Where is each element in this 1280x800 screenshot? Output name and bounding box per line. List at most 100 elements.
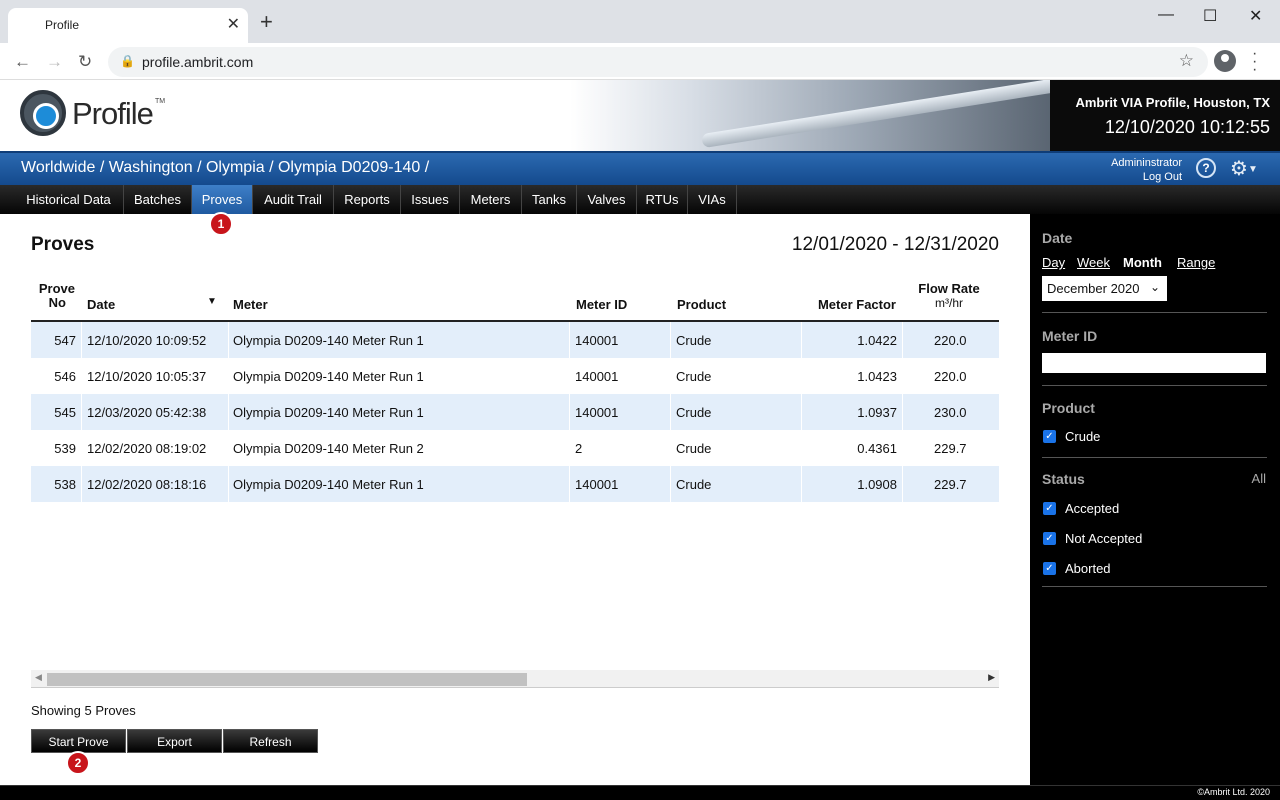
chevron-down-icon: ▼ — [1247, 164, 1258, 176]
cell-product: Crude — [676, 441, 712, 456]
table-row[interactable]: 545 12/03/2020 05:42:38 Olympia D0209-14… — [31, 394, 999, 430]
browser-tab[interactable]: Profile ✕ — [8, 8, 248, 43]
scrollbar-thumb[interactable] — [47, 673, 527, 686]
meter-id-input[interactable] — [1042, 353, 1266, 373]
browser-tabstrip: Profile ✕ + — ☐ ✕ — [0, 0, 1280, 43]
app-header: Profile TM Ambrit VIA Profile, Houston, … — [0, 80, 1280, 151]
divider — [1042, 385, 1267, 386]
refresh-button[interactable]: Refresh — [223, 729, 318, 753]
tab-audit-trail[interactable]: Audit Trail — [253, 185, 334, 214]
maximize-icon[interactable]: ☐ — [1203, 6, 1217, 26]
breadcrumb[interactable]: Worldwide / Washington / Olympia / Olymp… — [21, 159, 429, 177]
date-option-range[interactable]: Range — [1177, 255, 1215, 270]
table-row[interactable]: 547 12/10/2020 10:09:52 Olympia D0209-14… — [31, 322, 999, 358]
help-icon[interactable]: ? — [1196, 158, 1216, 178]
column-header-meter-id[interactable]: Meter ID — [576, 297, 627, 312]
header-datetime: 12/10/2020 10:12:55 — [1104, 117, 1270, 137]
tab-issues[interactable]: Issues — [401, 185, 460, 214]
status-heading: Status — [1042, 471, 1085, 487]
logo-text: Profile — [72, 96, 154, 131]
reload-icon[interactable]: ↻ — [78, 52, 92, 72]
export-button[interactable]: Export — [127, 729, 222, 753]
flow-rate-unit: m³/hr — [935, 296, 963, 310]
tab-proves[interactable]: Proves — [192, 185, 253, 214]
footer: ©Ambrit Ltd. 2020 — [0, 785, 1280, 800]
cell-date: 12/02/2020 08:18:16 — [87, 477, 207, 492]
tab-tanks[interactable]: Tanks — [522, 185, 577, 214]
table-row[interactable]: 546 12/10/2020 10:05:37 Olympia D0209-14… — [31, 358, 999, 394]
date-option-month[interactable]: Month — [1123, 255, 1162, 270]
cell-date: 12/10/2020 10:05:37 — [87, 369, 207, 384]
table-row[interactable]: 538 12/02/2020 08:18:16 Olympia D0209-14… — [31, 466, 999, 502]
cell-meter-factor: 1.0908 — [857, 477, 897, 492]
logout-link[interactable]: Log Out — [1090, 170, 1182, 184]
close-tab-icon[interactable]: ✕ — [227, 14, 240, 34]
main-nav-tabs: Historical Data Batches Proves Audit Tra… — [0, 185, 1280, 214]
forward-icon[interactable]: → — [46, 52, 63, 72]
horizontal-scrollbar[interactable]: ◀ ▶ — [31, 670, 999, 688]
tab-reports[interactable]: Reports — [334, 185, 401, 214]
column-header-product[interactable]: Product — [677, 297, 726, 312]
status-aborted-checkbox[interactable]: ✓ — [1043, 562, 1056, 575]
tab-rtus[interactable]: RTUs — [637, 185, 688, 214]
cell-product: Crude — [676, 333, 712, 348]
prove-no-header-line1: Prove — [38, 281, 75, 296]
cell-prove-no: 547 — [54, 333, 76, 348]
cell-meter: Olympia D0209-140 Meter Run 2 — [233, 441, 424, 456]
cell-meter-factor: 1.0937 — [857, 405, 897, 420]
result-count: Showing 5 Proves — [31, 703, 136, 718]
divider — [1042, 312, 1267, 313]
tab-vias[interactable]: VIAs — [688, 185, 737, 214]
tab-batches[interactable]: Batches — [124, 185, 192, 214]
status-aborted-label: Aborted — [1065, 561, 1111, 576]
scroll-right-icon[interactable]: ▶ — [988, 672, 995, 683]
start-prove-button[interactable]: Start Prove — [31, 729, 126, 753]
status-accepted-checkbox[interactable]: ✓ — [1043, 502, 1056, 515]
browser-menu-icon[interactable]: · · · — [1252, 46, 1257, 78]
flow-rate-header: Flow Rate — [918, 281, 980, 296]
cell-meter-factor: 0.4361 — [857, 441, 897, 456]
back-icon[interactable]: ← — [14, 52, 31, 72]
product-crude-checkbox[interactable]: ✓ — [1043, 430, 1056, 443]
scroll-left-icon[interactable]: ◀ — [35, 672, 42, 683]
meter-id-heading: Meter ID — [1042, 328, 1098, 344]
cell-product: Crude — [676, 369, 712, 384]
column-header-flow-rate[interactable]: Flow Rate m³/hr — [909, 281, 989, 311]
account-icon[interactable] — [1214, 50, 1236, 72]
tab-valves[interactable]: Valves — [577, 185, 637, 214]
address-bar[interactable]: 🔒 profile.ambrit.com ☆ — [108, 47, 1208, 77]
user-info: Admininstrator Log Out — [1090, 156, 1182, 184]
date-option-week[interactable]: Week — [1077, 255, 1110, 270]
column-header-date[interactable]: Date — [87, 297, 115, 312]
tab-meters[interactable]: Meters — [460, 185, 522, 214]
cell-prove-no: 545 — [54, 405, 76, 420]
cell-product: Crude — [676, 477, 712, 492]
cell-prove-no: 546 — [54, 369, 76, 384]
cell-date: 12/02/2020 08:19:02 — [87, 441, 207, 456]
page-title: Proves — [31, 234, 95, 255]
cell-meter-id: 140001 — [575, 369, 619, 384]
date-heading: Date — [1042, 230, 1073, 246]
column-header-meter[interactable]: Meter — [233, 297, 268, 312]
status-not-accepted-checkbox[interactable]: ✓ — [1043, 532, 1056, 545]
date-option-day[interactable]: Day — [1042, 255, 1065, 270]
status-all-link[interactable]: All — [1252, 471, 1266, 486]
month-select[interactable]: December 2020 ⌄ — [1042, 276, 1167, 301]
sort-desc-icon[interactable]: ▼ — [207, 296, 217, 307]
bookmark-star-icon[interactable]: ☆ — [1179, 51, 1194, 71]
column-header-meter-factor[interactable]: Meter Factor — [791, 297, 896, 312]
cell-date: 12/10/2020 10:09:52 — [87, 333, 207, 348]
minimize-icon[interactable]: — — [1158, 6, 1174, 24]
url-text: profile.ambrit.com — [142, 54, 254, 70]
close-window-icon[interactable]: ✕ — [1249, 6, 1262, 26]
column-header-prove-no[interactable]: Prove No — [31, 282, 75, 310]
tab-historical-data[interactable]: Historical Data — [14, 185, 124, 214]
new-tab-icon[interactable]: + — [260, 11, 273, 33]
table-row[interactable]: 539 12/02/2020 08:19:02 Olympia D0209-14… — [31, 430, 999, 466]
annotation-badge-2: 2 — [66, 751, 90, 775]
browser-tab-title: Profile — [45, 18, 80, 32]
cell-meter-factor: 1.0422 — [857, 333, 897, 348]
settings-gear-icon[interactable]: ⚙▼ — [1230, 156, 1258, 181]
copyright: ©Ambrit Ltd. 2020 — [1197, 787, 1270, 797]
cell-meter-id: 140001 — [575, 333, 619, 348]
